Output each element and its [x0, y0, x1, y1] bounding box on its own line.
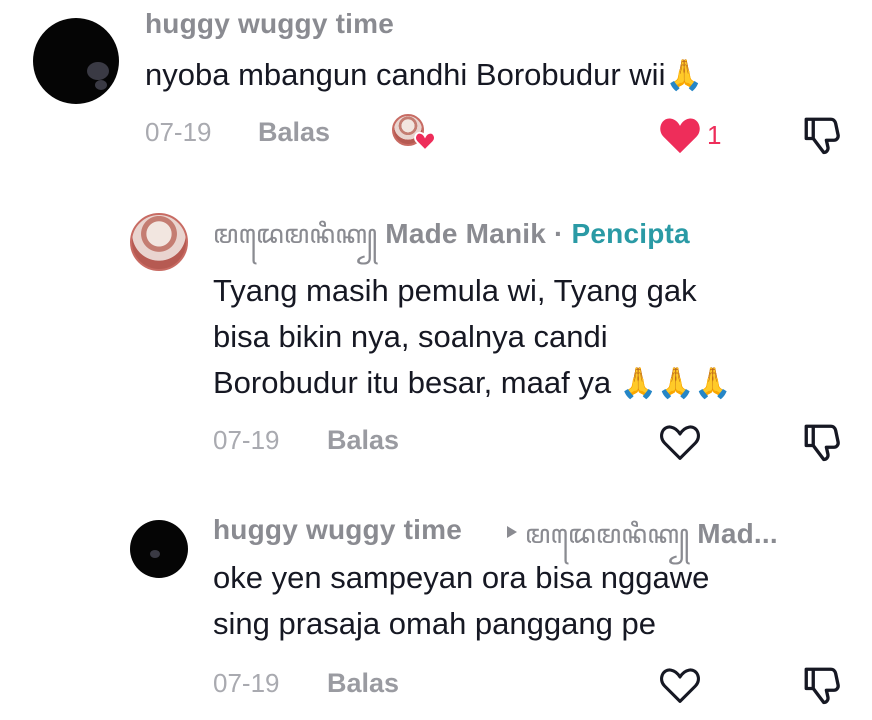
- heart-outline-icon[interactable]: [658, 422, 702, 462]
- username-latin: Mad...: [697, 518, 778, 549]
- heart-outline-icon[interactable]: [658, 665, 702, 705]
- creator-badge: Pencipta: [571, 218, 690, 249]
- dislike-icon[interactable]: [801, 420, 843, 464]
- reply-arrow-icon: [506, 525, 518, 539]
- comment-text-line: bisa bikin nya, soalnya candi: [213, 319, 608, 354]
- comment-date: 07-19: [145, 117, 212, 147]
- avatar[interactable]: [130, 520, 188, 578]
- avatar[interactable]: [130, 213, 188, 271]
- heart-filled-icon[interactable]: [658, 115, 702, 155]
- pray-emoji: 🙏🙏🙏: [619, 367, 732, 400]
- comment-username[interactable]: ꦩꦢꦺꦩꦤꦶꦏ꧀ Made Manik · Pencipta: [213, 214, 690, 267]
- comment-date: 07-19: [213, 425, 280, 455]
- dislike-icon[interactable]: [801, 663, 843, 707]
- creator-liked-heart-icon: [414, 131, 436, 151]
- comment-text-content: nyoba mbangun candhi Borobudur wii: [145, 57, 666, 92]
- reply-button[interactable]: Balas: [327, 668, 399, 699]
- username-script: ꦩꦢꦺꦩꦤꦶꦏ꧀: [213, 220, 378, 250]
- comment-date: 07-19: [213, 668, 280, 698]
- comment-text-line: Borobudur itu besar, maaf ya 🙏🙏🙏: [213, 360, 732, 406]
- comment-text-line: Tyang masih pemula wi, Tyang gak: [213, 273, 697, 308]
- like-count: 1: [707, 120, 722, 150]
- avatar[interactable]: [33, 18, 119, 104]
- reply-button[interactable]: Balas: [258, 117, 330, 148]
- comment-text-line: sing prasaja omah panggang pe: [213, 606, 656, 641]
- dislike-icon[interactable]: [801, 113, 843, 157]
- comment-text-content: Borobudur itu besar, maaf ya: [213, 365, 612, 400]
- pray-emoji: 🙏: [665, 59, 703, 92]
- username-script: ꦩꦢꦺꦩꦤꦶꦏ꧀: [525, 520, 690, 550]
- comment-username[interactable]: huggy wuggy time: [145, 8, 394, 40]
- comment-text-line: oke yen sampeyan ora bisa nggawe: [213, 560, 710, 595]
- reply-button[interactable]: Balas: [327, 425, 399, 456]
- username-latin: Made Manik: [385, 218, 546, 249]
- comment-username[interactable]: huggy wuggy time: [213, 514, 462, 546]
- comment-text: nyoba mbangun candhi Borobudur wii🙏: [145, 52, 703, 98]
- separator-dot: ·: [553, 218, 564, 249]
- username-latin: huggy wuggy time: [213, 514, 462, 545]
